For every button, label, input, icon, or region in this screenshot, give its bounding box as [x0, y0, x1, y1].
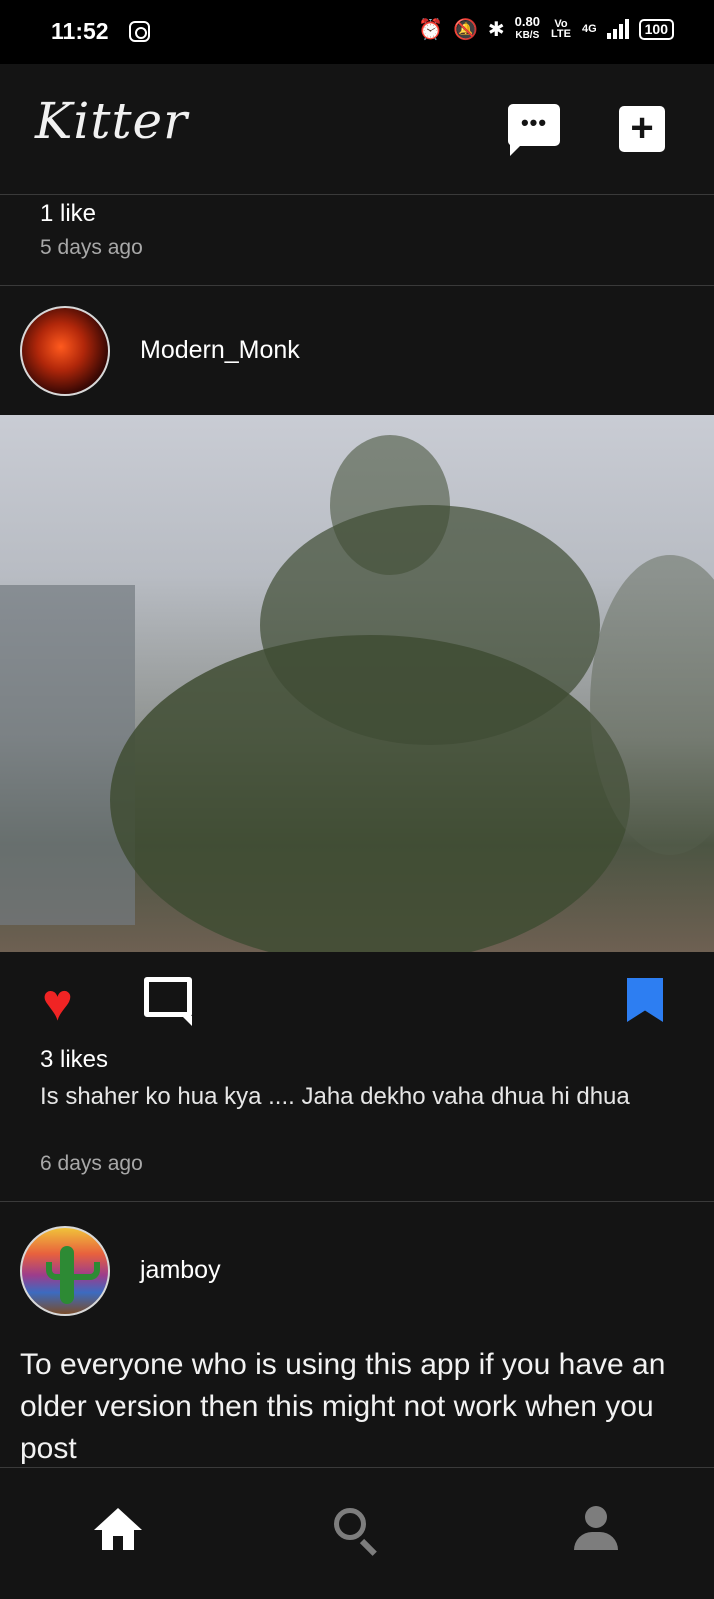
bluetooth-icon: ✱: [487, 18, 505, 41]
chat-icon[interactable]: •••: [508, 104, 560, 156]
previous-post-footer: 1 like 5 days ago: [0, 196, 714, 286]
profile-icon[interactable]: [574, 1506, 618, 1552]
username[interactable]: jamboy: [140, 1256, 221, 1285]
add-post-icon[interactable]: +: [619, 106, 665, 152]
username[interactable]: Modern_Monk: [140, 336, 300, 365]
app-header: Kitter ••• +: [0, 64, 714, 195]
mute-icon: 🔕: [452, 18, 478, 41]
home-icon[interactable]: [94, 1508, 142, 1552]
like-count[interactable]: 3 likes: [40, 1046, 108, 1074]
post-actions: ♥: [0, 952, 714, 1052]
comment-icon[interactable]: [144, 977, 192, 1026]
status-indicators: ⏰ 🔕 ✱ 0.80 KB/S Vo LTE 4G 100: [418, 14, 674, 42]
instagram-notification-icon: [129, 21, 150, 42]
heart-icon[interactable]: ♥: [42, 977, 73, 1029]
post-image[interactable]: [0, 415, 714, 952]
avatar[interactable]: [20, 1226, 110, 1316]
post-footer: 3 likes Is shaher ko hua kya .... Jaha d…: [0, 1046, 714, 1202]
post-time: 6 days ago: [40, 1152, 143, 1175]
post-text: To everyone who is using this app if you…: [20, 1348, 666, 1465]
app-logo: Kitter: [35, 92, 189, 150]
status-time: 11:52: [51, 18, 109, 44]
like-count: 1 like: [40, 200, 97, 227]
network-type: 4G: [581, 23, 597, 35]
post-caption: Is shaher ko hua kya .... Jaha dekho vah…: [40, 1083, 630, 1110]
signal-icon: [606, 19, 629, 39]
alarm-icon: ⏰: [418, 18, 443, 41]
network-speed: 0.80 KB/S: [514, 14, 540, 41]
search-icon[interactable]: [334, 1508, 380, 1556]
post-time: 5 days ago: [40, 236, 143, 259]
bookmark-icon[interactable]: [627, 978, 663, 1022]
feed[interactable]: 1 like 5 days ago Modern_Monk ♥ 3 likes …: [0, 196, 714, 1467]
battery-icon: 100: [638, 18, 674, 40]
avatar[interactable]: [20, 306, 110, 396]
post-header: Modern_Monk: [0, 286, 714, 416]
bottom-nav: [0, 1467, 714, 1599]
status-bar: 11:52 ⏰ 🔕 ✱ 0.80 KB/S Vo LTE 4G 100: [0, 0, 714, 64]
volte-indicator: Vo LTE: [550, 18, 571, 40]
post-header: jamboy: [0, 1206, 714, 1336]
